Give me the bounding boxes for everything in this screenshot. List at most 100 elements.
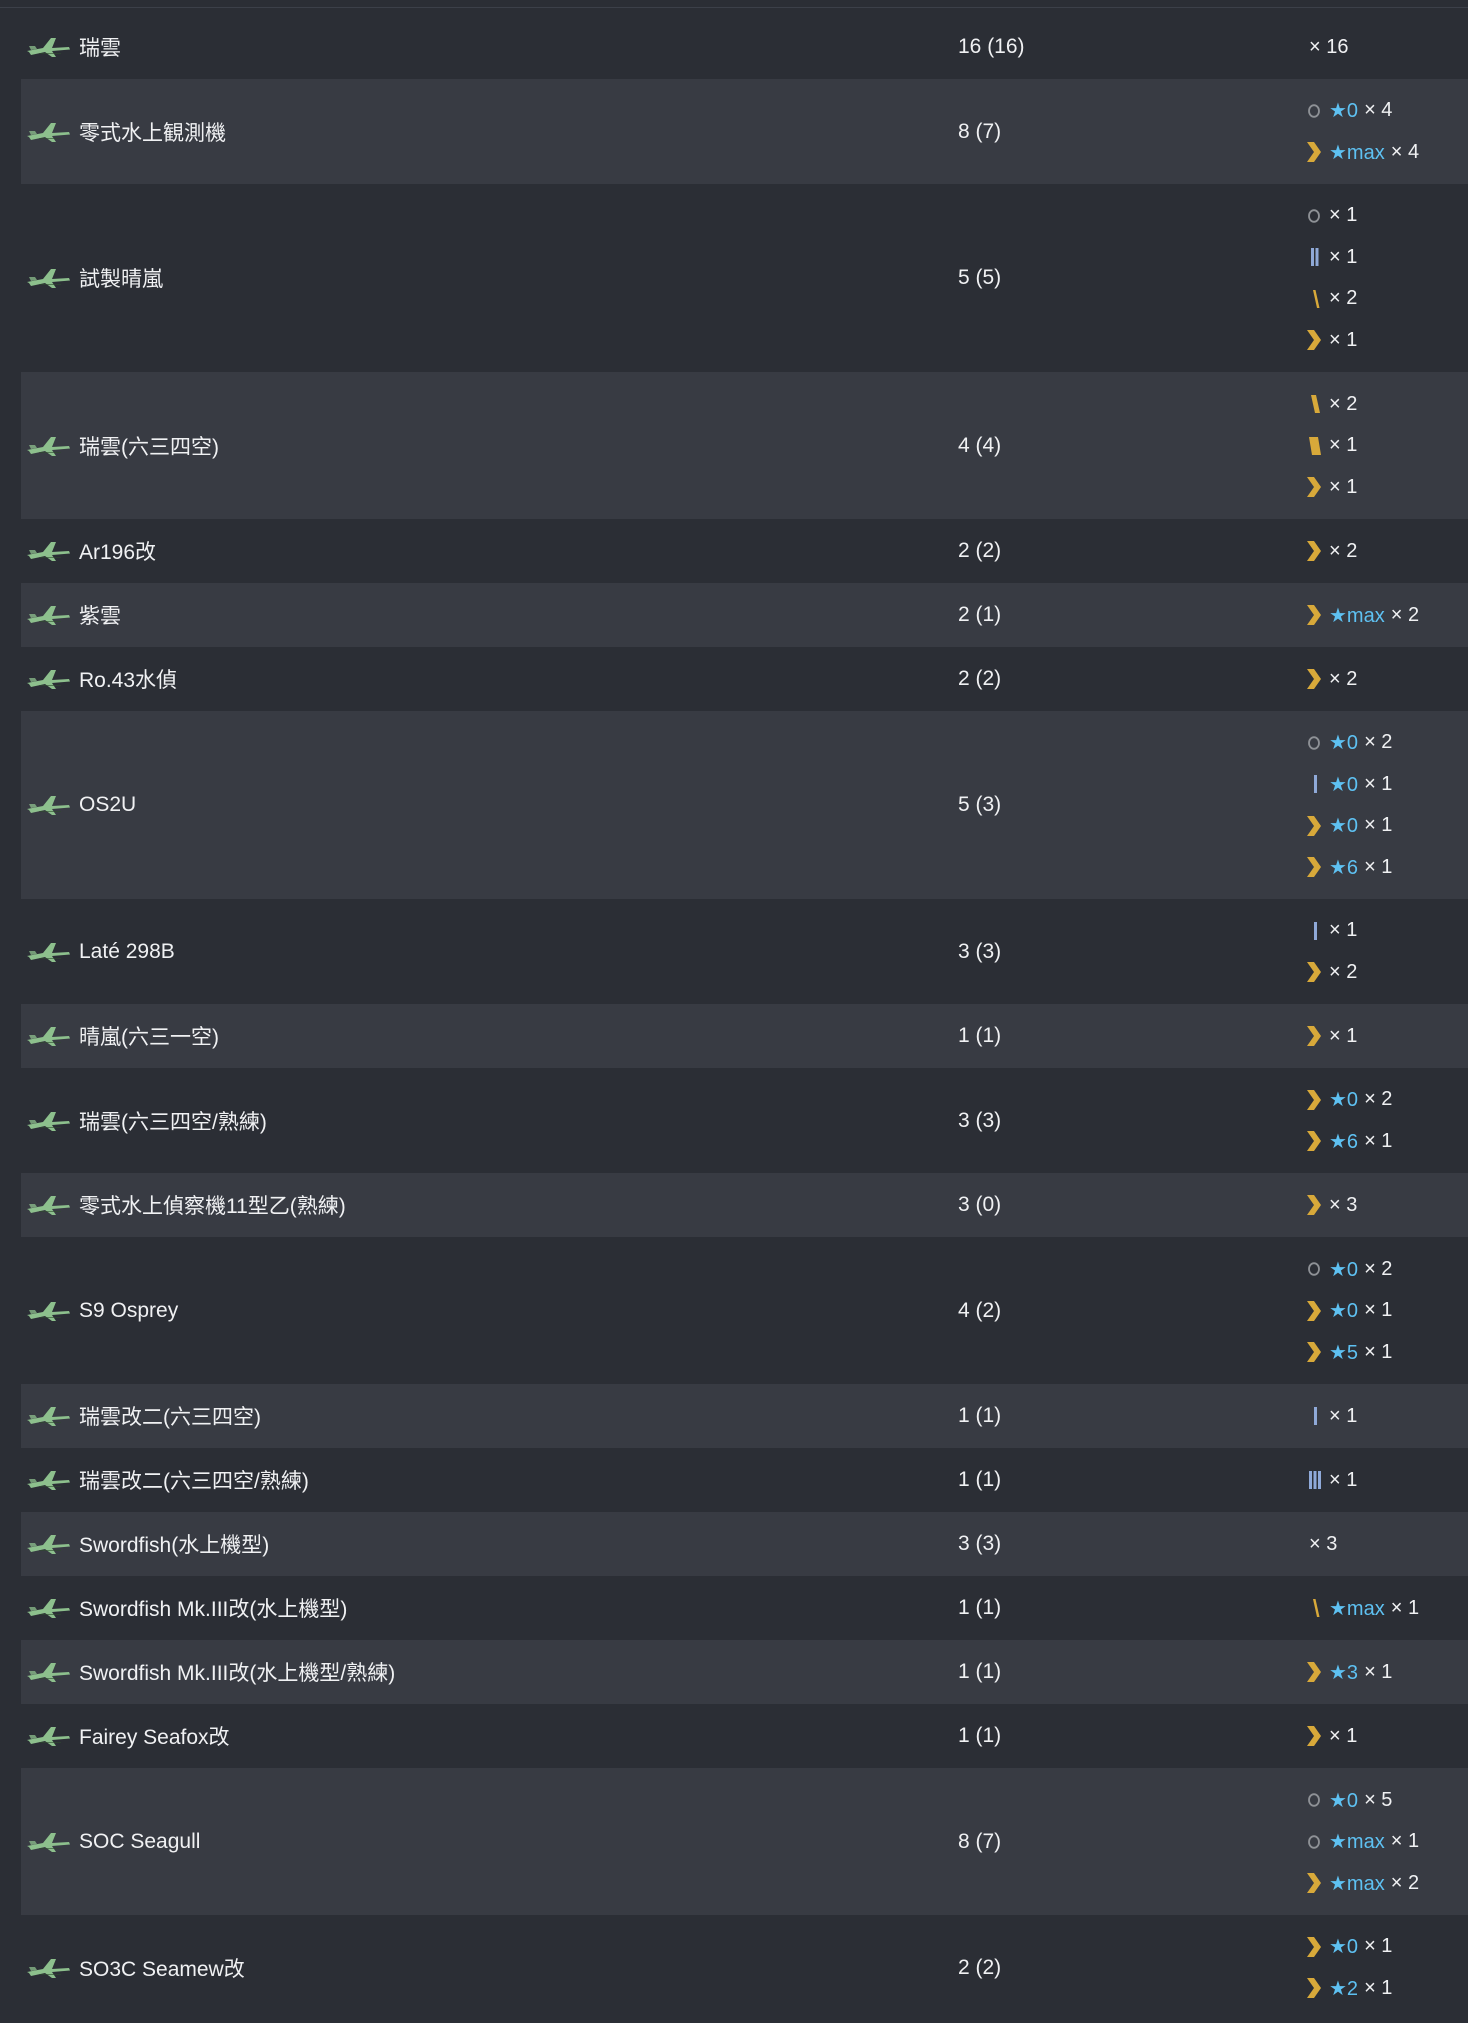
equipment-name-cell: 零式水上偵察機11型乙(熟練) (21, 1190, 957, 1220)
proficiency-chevron-icon (1305, 1660, 1327, 1684)
proficiency-count: × 2 (1329, 667, 1358, 690)
seaplane-icon (25, 1403, 71, 1429)
proficiency-chevron-icon (1305, 1976, 1327, 2000)
equipment-name: Swordfish(水上機型) (79, 1534, 270, 1557)
proficiency-list: × 1 × 2 (1305, 910, 1468, 993)
proficiency-chevron-icon (1305, 1024, 1327, 1048)
proficiency-list: × 1 (1305, 1715, 1468, 1757)
equipment-name: 零式水上偵察機11型乙(熟練) (79, 1195, 346, 1218)
seaplane-icon (25, 1023, 71, 1049)
equipment-name: Fairey Seafox改 (79, 1726, 230, 1749)
table-row[interactable]: Swordfish Mk.III改(水上機型/熟練) 1 (1) ★3 × 1 (21, 1640, 1468, 1704)
improvement-level: ★0 (1329, 1936, 1359, 1959)
proficiency-list: ★0 × 4 ★max × 4 (1305, 90, 1468, 173)
proficiency-ring-icon (1305, 731, 1327, 755)
seaplane-icon (25, 666, 71, 692)
proficiency-list: ★0 × 2 ★0 × 1 ★5 × 1 (1305, 1248, 1468, 1373)
seaplane-icon (25, 265, 71, 291)
proficiency-entry: ★6 × 1 (1305, 1121, 1468, 1163)
seaplane-icon (25, 1467, 71, 1493)
table-row[interactable]: 瑞雲改二(六三四空/熟練) 1 (1) × 1 (21, 1448, 1468, 1512)
table-row[interactable]: Fairey Seafox改 1 (1) × 1 (21, 1704, 1468, 1768)
equipment-count: 1 (1) (958, 1468, 1002, 1491)
equipment-name: Ar196改 (79, 541, 157, 564)
equipment-name-cell: Swordfish(水上機型) (21, 1529, 957, 1559)
equipment-count: 2 (2) (958, 667, 1002, 690)
table-row[interactable]: SOC Seagull 8 (7) ★0 × 5 ★max × 1 ★max × 2 (21, 1768, 1468, 1915)
proficiency-list: × 1 (1305, 1015, 1468, 1057)
equipment-name-cell: 零式水上観測機 (21, 117, 957, 147)
table-row[interactable]: 紫雲 2 (1) ★max × 2 (21, 583, 1468, 647)
proficiency-entry: × 16 (1305, 26, 1468, 68)
equipment-name: Laté 298B (79, 939, 175, 963)
improvement-level: ★max (1329, 604, 1385, 627)
proficiency-entry: ★0 × 2 (1305, 722, 1468, 764)
table-row[interactable]: 瑞雲 16 (16) × 16 (21, 15, 1468, 79)
proficiency-count: × 4 (1364, 99, 1393, 122)
proficiency-count: × 1 (1390, 1596, 1420, 1619)
proficiency-entry: × 1 (1305, 425, 1468, 467)
equipment-name: 瑞雲(六三四空) (79, 435, 219, 459)
improvement-level: ★max (1329, 1831, 1385, 1853)
equipment-count: 3 (3) (958, 1108, 1002, 1132)
table-row[interactable]: 零式水上偵察機11型乙(熟練) 3 (0) × 3 (21, 1173, 1468, 1237)
equipment-name-cell: Fairey Seafox改 (21, 1721, 957, 1751)
table-row[interactable]: Laté 298B 3 (3) × 1 × 2 (21, 899, 1468, 1004)
table-row[interactable]: Swordfish(水上機型) 3 (3) × 3 (21, 1512, 1468, 1576)
proficiency-slash1-icon (1305, 1596, 1327, 1620)
proficiency-count: × 1 (1329, 1468, 1358, 1491)
equipment-count: 3 (0) (958, 1193, 1002, 1216)
table-row[interactable]: S9 Osprey 4 (2) ★0 × 2 ★0 × 1 ★5 × 1 (21, 1237, 1468, 1384)
proficiency-chevron-icon (1305, 1340, 1327, 1364)
proficiency-count: × 1 (1364, 1340, 1393, 1363)
proficiency-entry: ★0 × 5 (1305, 1779, 1468, 1821)
improvement-level: ★2 (1329, 1977, 1359, 2000)
proficiency-bar1-icon (1305, 772, 1327, 796)
table-row[interactable]: 零式水上観測機 8 (7) ★0 × 4 ★max × 4 (21, 79, 1468, 184)
proficiency-list: × 3 (1305, 1523, 1468, 1565)
table-row[interactable]: Ar196改 2 (2) × 2 (21, 519, 1468, 583)
proficiency-entry: ★0 × 2 (1305, 1079, 1468, 1121)
proficiency-chevron-icon (1305, 960, 1327, 984)
proficiency-count: × 1 (1364, 772, 1393, 795)
proficiency-count: × 1 (1364, 1660, 1393, 1683)
proficiency-entry: × 1 (1305, 195, 1468, 237)
proficiency-count: × 1 (1329, 328, 1358, 351)
equipment-name-cell: Laté 298B (21, 939, 957, 965)
table-row[interactable]: 瑞雲(六三四空) 4 (4) × 2 × 1 × 1 (21, 372, 1468, 519)
seaplane-icon (25, 1192, 71, 1218)
seaplane-icon (25, 538, 71, 564)
equipment-name-cell: 瑞雲 (21, 32, 957, 62)
equipment-name: S9 Osprey (79, 1298, 179, 1322)
proficiency-count: × 2 (1329, 539, 1358, 562)
proficiency-slash3-icon (1305, 434, 1327, 458)
improvement-level: ★0 (1329, 100, 1359, 123)
equipment-name: SO3C Seamew改 (79, 1957, 245, 1981)
proficiency-entry: × 2 (1305, 530, 1468, 572)
equipment-count: 5 (5) (958, 266, 1002, 289)
improvement-level: ★3 (1329, 1661, 1359, 1684)
proficiency-count: × 4 (1390, 140, 1420, 163)
proficiency-list: ★max × 2 (1305, 594, 1468, 636)
proficiency-chevron-icon (1305, 1724, 1327, 1748)
proficiency-count: × 1 (1329, 1024, 1358, 1047)
equipment-count: 2 (2) (958, 539, 1002, 562)
table-row[interactable]: Ro.43水偵 2 (2) × 2 (21, 647, 1468, 711)
table-row[interactable]: 晴嵐(六三一空) 1 (1) × 1 (21, 1004, 1468, 1068)
table-row[interactable]: OS2U 5 (3) ★0 × 2 ★0 × 1 ★0 × 1 ★6 × 1 (21, 711, 1468, 899)
proficiency-count: × 1 (1329, 475, 1358, 498)
proficiency-entry: ★0 × 4 (1305, 90, 1468, 132)
proficiency-chevron-icon (1305, 603, 1327, 627)
proficiency-chevron-icon (1305, 1299, 1327, 1323)
table-row[interactable]: 瑞雲(六三四空/熟練) 3 (3) ★0 × 2 ★6 × 1 (21, 1068, 1468, 1173)
proficiency-slash1-icon (1305, 287, 1327, 311)
proficiency-count: × 1 (1390, 1830, 1420, 1852)
table-row[interactable]: 試製晴嵐 5 (5) × 1 × 1 × 2 × 1 (21, 184, 1468, 372)
proficiency-list: × 2 (1305, 530, 1468, 572)
table-row[interactable]: SO3C Seamew改 2 (2) ★0 × 1 ★2 × 1 (21, 1915, 1468, 2020)
proficiency-list: ★0 × 1 ★2 × 1 (1305, 1926, 1468, 2009)
equipment-name: 瑞雲(六三四空/熟練) (79, 1110, 267, 1134)
equipment-name: 瑞雲 (79, 37, 121, 60)
table-row[interactable]: Swordfish Mk.III改(水上機型) 1 (1) ★max × 1 (21, 1576, 1468, 1640)
table-row[interactable]: 瑞雲改二(六三四空) 1 (1) × 1 (21, 1384, 1468, 1448)
